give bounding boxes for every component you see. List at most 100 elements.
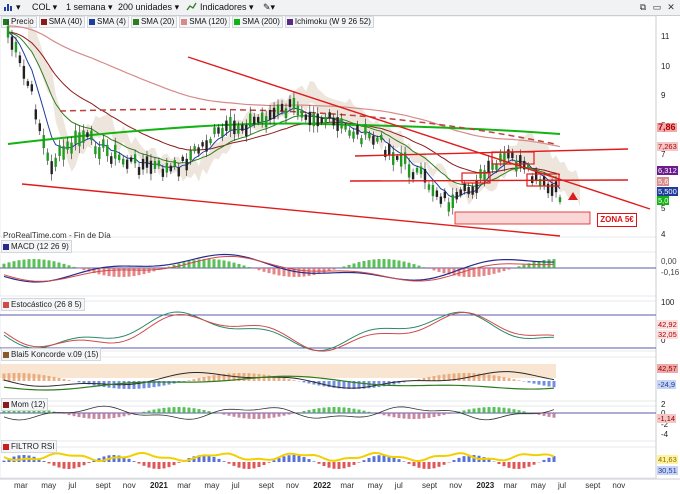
candle-body	[90, 130, 93, 141]
candle-body	[82, 130, 85, 143]
candle-body	[181, 156, 184, 162]
candle-body	[54, 157, 57, 167]
candle-body	[94, 146, 97, 155]
rsi-bar	[507, 462, 511, 468]
panel-legend-filtro-rsi[interactable]: FILTRO RSI	[1, 440, 58, 453]
mom-tag: -1,14	[657, 414, 677, 423]
rsi-bar	[532, 462, 536, 465]
rsi-bar	[412, 462, 416, 467]
macd-bar	[442, 268, 446, 274]
candle-body	[407, 164, 411, 178]
candle-body	[102, 139, 105, 148]
mom-bar	[267, 413, 271, 419]
mom-bar	[427, 413, 431, 418]
koncorde-bar	[517, 380, 521, 381]
symbol-selector[interactable]: COL ▾	[32, 1, 57, 13]
mom-bar	[307, 409, 311, 413]
candle-body	[332, 117, 335, 126]
rsi-bar	[327, 462, 331, 468]
stochastic-tag: 32,05	[657, 330, 678, 339]
macd-bar	[57, 262, 61, 268]
chart-settings-icon[interactable]	[3, 2, 14, 12]
mom-bar	[347, 407, 351, 413]
panel-legend-koncorde[interactable]: Blai5 Koncorde v.09 (15)	[1, 348, 102, 361]
rsi-bar	[247, 462, 251, 469]
time-axis-label: mar	[503, 481, 518, 490]
candle-body	[328, 112, 331, 119]
mom-bar	[487, 407, 491, 413]
chevron-down-icon[interactable]: ▾	[16, 1, 21, 13]
units-selector[interactable]: 200 unidades ▾	[118, 1, 179, 13]
maximize-icon[interactable]: ▭	[651, 2, 663, 12]
candle-body	[58, 145, 61, 156]
price-chart[interactable]	[0, 16, 680, 494]
koncorde-bar	[462, 373, 466, 381]
source-label: ProRealTime.com - Fin de Día	[3, 231, 111, 240]
candle-body	[288, 99, 292, 108]
mom-bar	[147, 410, 151, 413]
panel-frame	[0, 300, 657, 352]
mom-bar	[272, 413, 276, 418]
rsi-bar	[72, 462, 76, 469]
time-axis-label: sept	[422, 481, 438, 490]
mom-bar	[187, 407, 191, 413]
macd-bar	[422, 267, 426, 268]
candle-body	[511, 151, 514, 159]
mom-bar	[107, 413, 111, 419]
koncorde-bar	[27, 373, 31, 381]
drawing-tools-icon[interactable]: ✎▾	[263, 1, 275, 13]
macd-bar	[222, 260, 226, 268]
candle-body	[10, 36, 14, 50]
candle-body	[149, 160, 153, 174]
macd-bar	[212, 259, 216, 268]
link-icon[interactable]: ⧉	[637, 2, 649, 12]
macd-bar	[432, 268, 436, 271]
rsi-bar	[352, 462, 356, 465]
mom-bar	[112, 413, 116, 418]
macd-bar	[382, 259, 386, 268]
panel-legend-stochastic[interactable]: Estocástico (26 8 5)	[1, 298, 85, 311]
candle-body	[300, 109, 304, 118]
koncorde-tag: -24,9	[657, 380, 677, 389]
mom-bar	[142, 411, 146, 413]
indicators-menu[interactable]: Indicadores ▾	[200, 1, 254, 13]
candle-body	[268, 109, 272, 120]
koncorde-bar	[487, 374, 491, 381]
mom-bar	[447, 413, 451, 414]
zona-box	[454, 211, 591, 225]
period-selector[interactable]: 1 semana ▾	[66, 1, 113, 13]
candle-body	[260, 112, 264, 123]
macd-bar	[257, 268, 261, 271]
candle-body	[415, 167, 419, 173]
candle-body	[205, 140, 208, 152]
rsi-bar	[292, 455, 296, 462]
macd-bar	[12, 261, 16, 268]
panel-title: MACD (12 26 9)	[11, 242, 69, 251]
time-axis-label: mar	[177, 481, 191, 490]
candle-body	[141, 158, 145, 170]
panel-legend-macd[interactable]: MACD (12 26 9)	[1, 240, 72, 253]
candle-body	[70, 142, 73, 154]
panel-legend-mom[interactable]: Mom (12)	[1, 398, 49, 411]
candle-body	[245, 124, 248, 137]
macd-bar	[387, 259, 391, 268]
koncorde-bar	[47, 375, 51, 381]
candle-body	[217, 127, 220, 134]
rsi-bar	[272, 460, 276, 462]
price-tag-sma120: 7,86	[657, 122, 677, 132]
macd-bar	[42, 259, 46, 268]
koncorde-bar	[37, 374, 41, 381]
time-axis-label: jul	[68, 481, 77, 490]
time-axis-label: nov	[612, 481, 626, 490]
candle-body	[201, 142, 204, 147]
candle-body	[463, 183, 466, 192]
candle-body	[467, 186, 470, 195]
macd-bar	[187, 261, 191, 268]
trendline	[349, 179, 629, 182]
koncorde-bar	[542, 381, 546, 386]
candle-body	[169, 165, 173, 172]
mom-bar	[277, 413, 281, 417]
rsi-bar	[547, 457, 551, 462]
close-icon[interactable]: ✕	[665, 2, 677, 12]
indicators-icon[interactable]	[186, 2, 197, 12]
